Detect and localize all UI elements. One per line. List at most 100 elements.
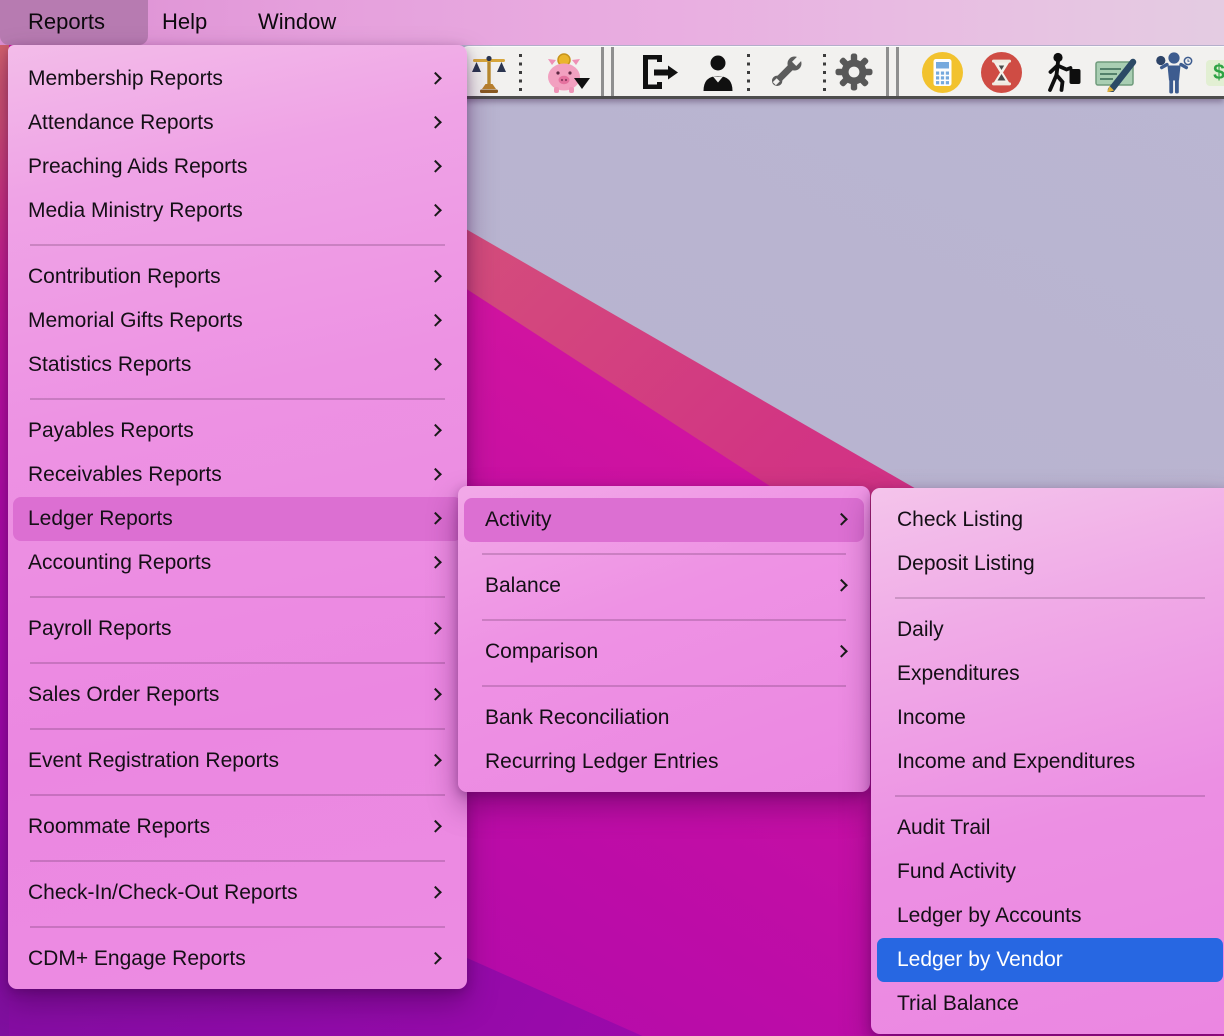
menu-item-roommate-reports[interactable]: Roommate Reports [13, 805, 462, 849]
menu-item-label: Accounting Reports [28, 551, 211, 574]
menu-item-ledger-by-accounts[interactable]: Ledger by Accounts [877, 894, 1223, 938]
menu-item-preaching-aids-reports[interactable]: Preaching Aids Reports [13, 145, 462, 189]
menu-item-membership-reports[interactable]: Membership Reports [13, 57, 462, 101]
dollar-icon[interactable]: $ [1206, 60, 1224, 86]
menu-separator [895, 586, 1205, 608]
menu-item-comparison[interactable]: Comparison [464, 630, 864, 674]
menu-separator [30, 233, 445, 255]
menu-item-contribution-reports[interactable]: Contribution Reports [13, 255, 462, 299]
menu-item-label: Receivables Reports [28, 463, 222, 486]
submenu-chevron-icon [429, 556, 442, 569]
submenu-chevron-icon [835, 579, 848, 592]
hourglass-badge-icon[interactable] [980, 51, 1023, 99]
menu-item-activity[interactable]: Activity [464, 498, 864, 542]
menu-item-memorial-gifts-reports[interactable]: Memorial Gifts Reports [13, 299, 462, 343]
menubar-item-help[interactable]: Help [162, 0, 207, 45]
submenu-chevron-icon [429, 204, 442, 217]
menu-item-event-registration-reports[interactable]: Event Registration Reports [13, 739, 462, 783]
menubar-item-label: Reports [28, 0, 105, 45]
calculator-badge-icon[interactable] [921, 51, 964, 99]
submenu-chevron-icon [429, 314, 442, 327]
submenu-chevron-icon [429, 116, 442, 129]
menu-item-statistics-reports[interactable]: Statistics Reports [13, 343, 462, 387]
submenu-chevron-icon [429, 886, 442, 899]
menu-item-ledger-reports[interactable]: Ledger Reports [13, 497, 462, 541]
menu-item-accounting-reports[interactable]: Accounting Reports [13, 541, 462, 585]
menu-item-check-listing[interactable]: Check Listing [877, 498, 1223, 542]
menu-item-label: Media Ministry Reports [28, 199, 243, 222]
menu-item-balance[interactable]: Balance [464, 564, 864, 608]
balance-scale-icon[interactable] [470, 53, 508, 100]
piggy-bank-menu-icon[interactable] [542, 51, 588, 100]
submenu-chevron-icon [429, 72, 442, 85]
menu-item-sales-order-reports[interactable]: Sales Order Reports [13, 673, 462, 717]
traveler-icon[interactable] [1041, 51, 1085, 100]
toolbar-dotted-separator [823, 54, 826, 92]
menu-item-label: Check Listing [897, 508, 1023, 531]
menu-item-label: Fund Activity [897, 860, 1016, 883]
menu-item-label: Ledger Reports [28, 507, 173, 530]
menu-separator [30, 585, 445, 607]
reports-dropdown-menu: Membership Reports Attendance Reports Prea… [8, 45, 467, 989]
menu-item-ledger-by-vendor[interactable]: Ledger by Vendor [877, 938, 1223, 982]
menu-item-label: Roommate Reports [28, 815, 210, 838]
business-person-icon[interactable] [701, 54, 735, 97]
submenu-chevron-icon [835, 513, 848, 526]
submenu-chevron-icon [429, 358, 442, 371]
menu-item-media-ministry-reports[interactable]: Media Ministry Reports [13, 189, 462, 233]
app-toolbar: $ [460, 46, 1224, 99]
menu-item-label: Check-In/Check-Out Reports [28, 881, 298, 904]
menu-item-label: Deposit Listing [897, 552, 1035, 575]
payroll-person-icon[interactable] [1153, 51, 1197, 101]
menu-item-attendance-reports[interactable]: Attendance Reports [13, 101, 462, 145]
menu-item-fund-activity[interactable]: Fund Activity [877, 850, 1223, 894]
menu-item-payroll-reports[interactable]: Payroll Reports [13, 607, 462, 651]
menu-item-income-and-expenditures[interactable]: Income and Expenditures [877, 740, 1223, 784]
menu-item-daily[interactable]: Daily [877, 608, 1223, 652]
menu-item-audit-trail[interactable]: Audit Trail [877, 806, 1223, 850]
menu-separator [30, 717, 445, 739]
menu-item-label: Bank Reconciliation [485, 706, 669, 729]
submenu-chevron-icon [835, 645, 848, 658]
menu-separator [30, 915, 445, 937]
menu-item-label: Memorial Gifts Reports [28, 309, 243, 332]
gear-icon[interactable] [834, 52, 874, 97]
menu-item-receivables-reports[interactable]: Receivables Reports [13, 453, 462, 497]
menu-item-cdm-engage-reports[interactable]: CDM+ Engage Reports [13, 937, 462, 981]
menu-item-payables-reports[interactable]: Payables Reports [13, 409, 462, 453]
check-writing-icon[interactable] [1094, 54, 1140, 97]
menu-separator [30, 849, 445, 871]
toolbar-double-separator [601, 47, 614, 96]
menu-item-label: Expenditures [897, 662, 1020, 685]
submenu-chevron-icon [429, 468, 442, 481]
menu-item-label: Trial Balance [897, 992, 1019, 1015]
menu-item-check-in-check-out-reports[interactable]: Check-In/Check-Out Reports [13, 871, 462, 915]
menu-item-label: Income and Expenditures [897, 750, 1135, 773]
menu-item-trial-balance[interactable]: Trial Balance [877, 982, 1223, 1026]
menubar-item-window[interactable]: Window [258, 0, 336, 45]
menu-item-label: CDM+ Engage Reports [28, 947, 246, 970]
menu-item-income[interactable]: Income [877, 696, 1223, 740]
activity-submenu: Check Listing Deposit Listing Daily Expendi… [871, 488, 1224, 1034]
menu-separator [482, 674, 846, 696]
menu-item-label: Income [897, 706, 966, 729]
menu-item-label: Balance [485, 574, 561, 597]
menu-item-bank-reconciliation[interactable]: Bank Reconciliation [464, 696, 864, 740]
menubar-item-reports[interactable]: Reports [0, 0, 148, 45]
menu-item-deposit-listing[interactable]: Deposit Listing [877, 542, 1223, 586]
piggy-dropdown-caret-icon[interactable] [574, 78, 590, 89]
menu-item-expenditures[interactable]: Expenditures [877, 652, 1223, 696]
menu-item-recurring-ledger-entries[interactable]: Recurring Ledger Entries [464, 740, 864, 784]
menu-separator [482, 608, 846, 630]
submenu-chevron-icon [429, 160, 442, 173]
menu-item-label: Preaching Aids Reports [28, 155, 247, 178]
menu-separator [30, 783, 445, 805]
menu-item-label: Contribution Reports [28, 265, 221, 288]
submenu-chevron-icon [429, 688, 442, 701]
menu-item-label: Ledger by Vendor [897, 948, 1063, 971]
logout-door-icon[interactable] [639, 54, 681, 97]
menu-item-label: Membership Reports [28, 67, 223, 90]
menu-item-label: Attendance Reports [28, 111, 214, 134]
wrench-icon[interactable] [766, 52, 806, 97]
submenu-chevron-icon [429, 952, 442, 965]
